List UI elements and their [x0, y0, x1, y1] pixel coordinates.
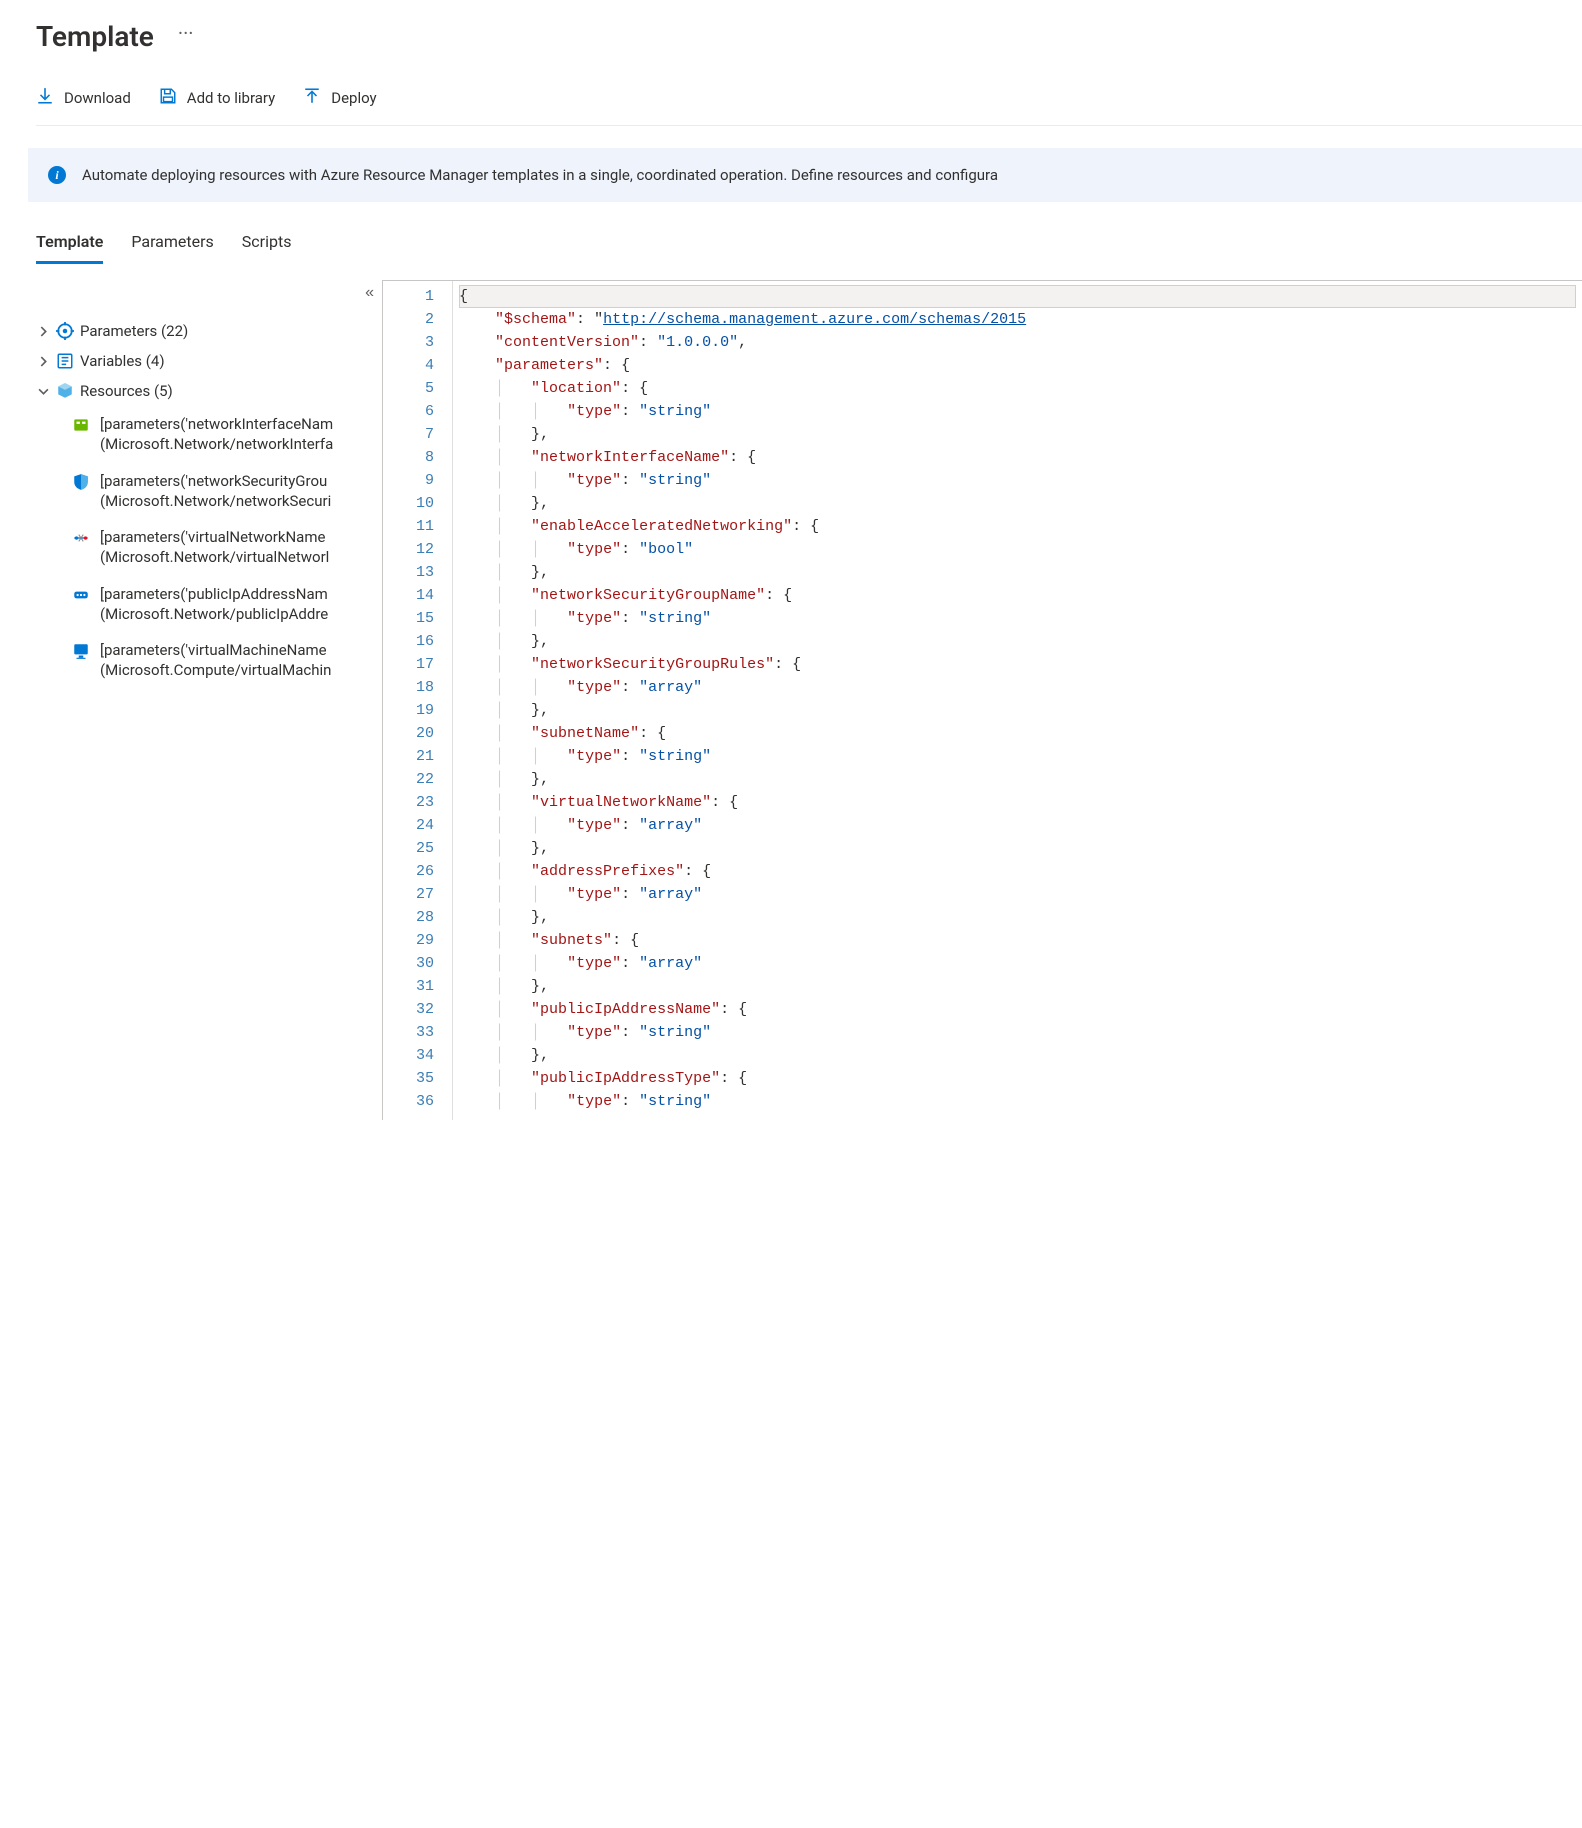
code-line[interactable]: "parameters": {	[459, 354, 1582, 377]
tabs: Template Parameters Scripts	[36, 226, 1582, 264]
code-line[interactable]: │ │ "type": "bool"	[459, 538, 1582, 561]
deploy-button[interactable]: Deploy	[303, 85, 376, 111]
code-line[interactable]: │ },	[459, 768, 1582, 791]
code-line[interactable]: │ │ "type": "string"	[459, 1021, 1582, 1044]
code-line[interactable]: │ "networkInterfaceName": {	[459, 446, 1582, 469]
resource-type: (Microsoft.Network/publicIpAddre	[100, 604, 328, 624]
code-line[interactable]: │ │ "type": "string"	[459, 745, 1582, 768]
tree-label: Resources (5)	[80, 382, 173, 400]
code-line[interactable]: │ "location": {	[459, 377, 1582, 400]
resource-type: (Microsoft.Network/networkInterfa	[100, 434, 333, 454]
code-line[interactable]: │ },	[459, 975, 1582, 998]
resource-item[interactable]: [parameters('virtualNetworkName(Microsof…	[72, 519, 376, 576]
variables-icon	[56, 352, 74, 370]
chevron-right-icon	[36, 356, 50, 367]
code-line[interactable]: │ },	[459, 906, 1582, 929]
resource-name: [parameters('networkInterfaceNam	[100, 414, 333, 434]
code-line[interactable]: │ "publicIpAddressName": {	[459, 998, 1582, 1021]
code-line[interactable]: │ │ "type": "array"	[459, 883, 1582, 906]
code-line[interactable]: │ },	[459, 630, 1582, 653]
info-banner: i Automate deploying resources with Azur…	[28, 148, 1582, 202]
resource-name: [parameters('publicIpAddressNam	[100, 584, 328, 604]
add-to-library-label: Add to library	[187, 89, 275, 107]
resource-name: [parameters('virtualNetworkName	[100, 527, 329, 547]
code-line[interactable]: │ },	[459, 699, 1582, 722]
tree-label: Parameters (22)	[80, 322, 188, 340]
tree-label: Variables (4)	[80, 352, 165, 370]
code-line[interactable]: │ "subnets": {	[459, 929, 1582, 952]
code-line[interactable]: │ │ "type": "string"	[459, 469, 1582, 492]
code-line[interactable]: │ │ "type": "array"	[459, 676, 1582, 699]
resource-item[interactable]: [parameters('networkInterfaceNam(Microso…	[72, 406, 376, 463]
resource-item[interactable]: [parameters('virtualMachineName(Microsof…	[72, 632, 376, 689]
code-line[interactable]: │ },	[459, 492, 1582, 515]
resource-item[interactable]: [parameters('networkSecurityGrou(Microso…	[72, 463, 376, 520]
tree-node-parameters[interactable]: Parameters (22)	[36, 316, 376, 346]
code-line[interactable]: │ "addressPrefixes": {	[459, 860, 1582, 883]
download-button[interactable]: Download	[36, 85, 131, 111]
resource-type: (Microsoft.Compute/virtualMachin	[100, 660, 331, 680]
info-banner-text: Automate deploying resources with Azure …	[82, 166, 998, 184]
code-line[interactable]: {	[459, 285, 1576, 308]
resource-name: [parameters('virtualMachineName	[100, 640, 331, 660]
info-icon: i	[48, 166, 66, 184]
download-icon	[36, 87, 54, 109]
code-line[interactable]: │ "virtualNetworkName": {	[459, 791, 1582, 814]
resource-icon	[72, 473, 90, 491]
resource-icon	[72, 642, 90, 660]
save-icon	[159, 87, 177, 109]
code-line[interactable]: │ "networkSecurityGroupName": {	[459, 584, 1582, 607]
collapse-sidebar-button[interactable]: «	[365, 284, 374, 302]
code-line[interactable]: │ "enableAcceleratedNetworking": {	[459, 515, 1582, 538]
chevron-down-icon	[36, 386, 50, 397]
sidebar: « Parameters (22)	[36, 280, 382, 1120]
editor-gutter: 1234567891011121314151617181920212223242…	[383, 281, 453, 1120]
toolbar: Download Add to library Deploy	[36, 85, 1582, 126]
code-line[interactable]: │ "subnetName": {	[459, 722, 1582, 745]
code-line[interactable]: │ │ "type": "string"	[459, 607, 1582, 630]
resource-icon	[72, 586, 90, 604]
resource-icon	[72, 529, 90, 547]
code-line[interactable]: │ │ "type": "array"	[459, 952, 1582, 975]
tab-template[interactable]: Template	[36, 226, 103, 264]
code-line[interactable]: │ │ "type": "string"	[459, 1090, 1582, 1113]
resource-type: (Microsoft.Network/networkSecuri	[100, 491, 331, 511]
more-icon[interactable]: ···	[178, 21, 194, 45]
code-line[interactable]: │ │ "type": "string"	[459, 400, 1582, 423]
parameters-icon	[56, 322, 74, 340]
tree-node-variables[interactable]: Variables (4)	[36, 346, 376, 376]
code-line[interactable]: │ },	[459, 837, 1582, 860]
code-line[interactable]: │ },	[459, 561, 1582, 584]
page-title: Template	[36, 20, 154, 53]
add-to-library-button[interactable]: Add to library	[159, 85, 275, 111]
code-line[interactable]: │ },	[459, 1044, 1582, 1067]
code-line[interactable]: "contentVersion": "1.0.0.0",	[459, 331, 1582, 354]
tree-node-resources[interactable]: Resources (5)	[36, 376, 376, 406]
resource-item[interactable]: [parameters('publicIpAddressNam(Microsof…	[72, 576, 376, 633]
deploy-label: Deploy	[331, 89, 376, 107]
code-editor[interactable]: 1234567891011121314151617181920212223242…	[382, 280, 1582, 1120]
resource-icon	[72, 416, 90, 434]
code-line[interactable]: │ },	[459, 423, 1582, 446]
code-line[interactable]: │ │ "type": "array"	[459, 814, 1582, 837]
chevron-right-icon	[36, 326, 50, 337]
download-label: Download	[64, 89, 131, 107]
editor-code-area[interactable]: { "$schema": "http://schema.management.a…	[453, 281, 1582, 1120]
tab-scripts[interactable]: Scripts	[242, 226, 292, 264]
resources-icon	[56, 382, 74, 400]
code-line[interactable]: │ "publicIpAddressType": {	[459, 1067, 1582, 1090]
resource-type: (Microsoft.Network/virtualNetworl	[100, 547, 329, 567]
code-line[interactable]: │ "networkSecurityGroupRules": {	[459, 653, 1582, 676]
code-line[interactable]: "$schema": "http://schema.management.azu…	[459, 308, 1582, 331]
deploy-icon	[303, 87, 321, 109]
resource-name: [parameters('networkSecurityGrou	[100, 471, 331, 491]
tab-parameters[interactable]: Parameters	[131, 226, 213, 264]
